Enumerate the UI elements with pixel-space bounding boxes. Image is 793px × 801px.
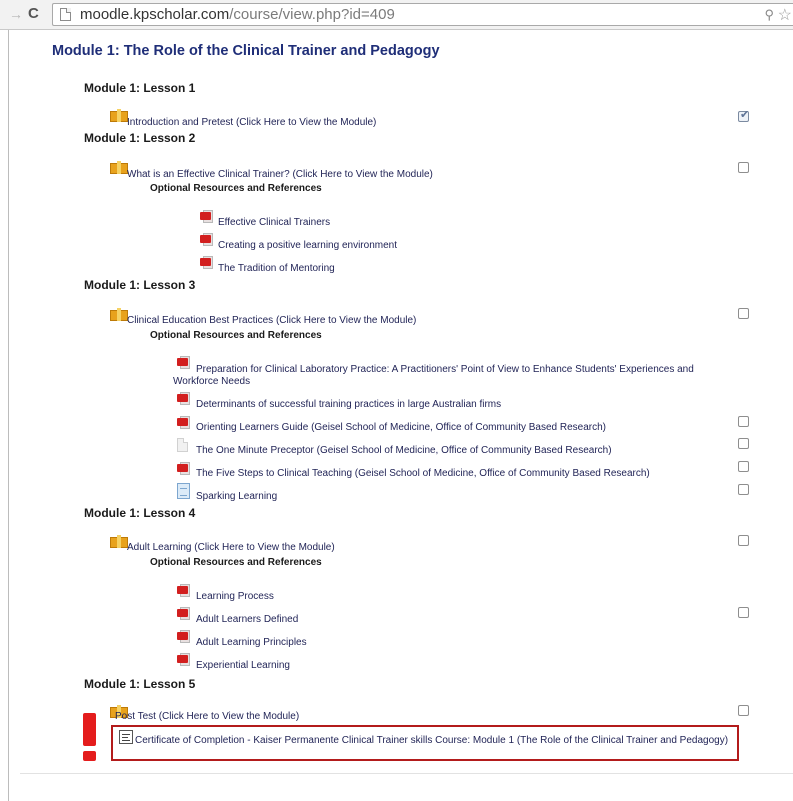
pdf-icon <box>200 210 213 224</box>
resource-link[interactable]: The Tradition of Mentoring <box>218 263 335 274</box>
completion-checkbox-lesson2[interactable] <box>738 162 749 173</box>
pdf-icon <box>177 392 190 406</box>
pdf-icon <box>177 630 190 644</box>
completion-checkbox[interactable] <box>738 461 749 472</box>
pdf-icon <box>177 607 190 621</box>
completion-checkbox[interactable] <box>738 438 749 449</box>
url-path: /course/view.php?id=409 <box>229 6 395 23</box>
forward-arrow-icon[interactable]: → <box>9 6 23 22</box>
optional-resources-label: Optional Resources and References <box>150 330 322 341</box>
pdf-icon <box>177 584 190 598</box>
completion-checkbox[interactable] <box>738 416 749 427</box>
lesson-3-heading: Module 1: Lesson 3 <box>84 278 196 292</box>
package-icon <box>110 109 128 122</box>
url-text[interactable]: moodle.kpscholar.com/course/view.php?id=… <box>80 6 395 23</box>
page-icon <box>60 8 71 21</box>
url-host: moodle.kpscholar.com <box>80 6 230 23</box>
resource-link[interactable]: Adult Learning Principles <box>196 637 307 648</box>
activity-link-intro-pretest[interactable]: Introduction and Pretest (Click Here to … <box>127 117 376 128</box>
activity-link-effective-clinical-trainer[interactable]: What is an Effective Clinical Trainer? (… <box>127 169 433 180</box>
module-title: Module 1: The Role of the Clinical Train… <box>52 43 440 59</box>
divider <box>20 773 793 774</box>
resource-link[interactable]: Preparation for Clinical Laboratory Prac… <box>173 364 733 388</box>
resource-link[interactable]: Learning Process <box>196 591 274 602</box>
address-bar[interactable]: moodle.kpscholar.com/course/view.php?id=… <box>52 3 793 26</box>
lesson-4-heading: Module 1: Lesson 4 <box>84 506 196 520</box>
optional-resources-label: Optional Resources and References <box>150 557 322 568</box>
pdf-icon <box>177 462 190 476</box>
browser-toolbar: → C moodle.kpscholar.com/course/view.php… <box>0 0 793 30</box>
file-icon <box>177 438 188 452</box>
lesson-2-heading: Module 1: Lesson 2 <box>84 131 196 145</box>
lesson-1-heading: Module 1: Lesson 1 <box>84 81 196 95</box>
package-icon <box>110 161 128 174</box>
activity-link-post-test[interactable]: Post Test (Click Here to View the Module… <box>115 711 299 722</box>
completion-checkbox-lesson3[interactable] <box>738 308 749 319</box>
optional-resources-label: Optional Resources and References <box>150 183 322 194</box>
resource-link[interactable]: Orienting Learners Guide (Geisel School … <box>196 422 606 433</box>
resource-link[interactable]: Effective Clinical Trainers <box>218 217 330 228</box>
activity-link-adult-learning[interactable]: Adult Learning (Click Here to View the M… <box>127 542 335 553</box>
package-icon <box>110 308 128 321</box>
completion-checkbox[interactable] <box>738 607 749 618</box>
document-icon <box>177 483 190 499</box>
certificate-link[interactable]: Certificate of Completion - Kaiser Perma… <box>135 735 735 746</box>
exclamation-icon <box>80 713 100 761</box>
completion-checkbox-lesson4[interactable] <box>738 535 749 546</box>
completion-checkbox-lesson5[interactable] <box>738 705 749 716</box>
pdf-icon <box>200 256 213 270</box>
certificate-icon <box>119 730 133 744</box>
certificate-highlight-box: Certificate of Completion - Kaiser Perma… <box>111 725 739 761</box>
resource-link[interactable]: Adult Learners Defined <box>196 614 298 625</box>
resource-link[interactable]: Creating a positive learning environment <box>218 240 397 251</box>
resource-link[interactable]: The Five Steps to Clinical Teaching (Gei… <box>196 468 650 479</box>
resource-link[interactable]: The One Minute Preceptor (Geisel School … <box>196 445 612 456</box>
completion-checkbox[interactable] <box>738 484 749 495</box>
package-icon <box>110 535 128 548</box>
zoom-icon[interactable]: ⚲ <box>764 7 774 23</box>
resource-link[interactable]: Experiential Learning <box>196 660 290 671</box>
completion-checkbox-intro[interactable]: ✔ <box>738 109 750 122</box>
pdf-icon <box>177 653 190 667</box>
resource-link[interactable]: Determinants of successful training prac… <box>196 399 501 410</box>
pdf-icon <box>200 233 213 247</box>
checkmark-icon: ✔ <box>740 109 750 121</box>
lesson-5-heading: Module 1: Lesson 5 <box>84 677 196 691</box>
pdf-icon <box>177 416 190 430</box>
reload-icon[interactable]: C <box>28 5 39 22</box>
bookmark-star-icon[interactable]: ☆ <box>778 5 792 25</box>
activity-link-clinical-education-best-practices[interactable]: Clinical Education Best Practices (Click… <box>127 315 416 326</box>
resource-link[interactable]: Sparking Learning <box>196 491 277 502</box>
